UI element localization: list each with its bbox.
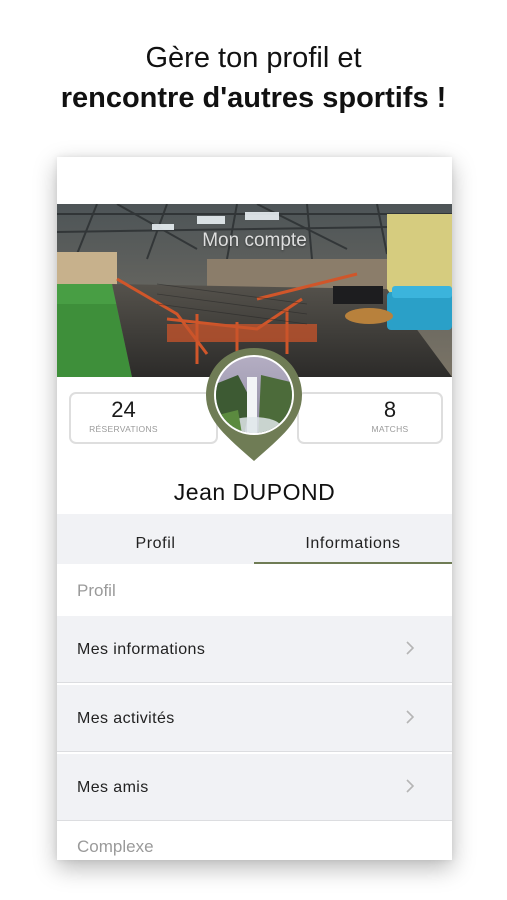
chevron-right-icon	[406, 641, 415, 655]
matchs-count: 8	[383, 397, 397, 422]
headline-line-2: rencontre d'autres sportifs !	[60, 82, 447, 114]
tab-informations[interactable]: Informations	[254, 514, 452, 564]
chevron-right-icon	[406, 710, 415, 724]
page-title: Mon compte	[202, 230, 307, 251]
list-item-mes-informations[interactable]: Mes informations	[57, 616, 452, 683]
list-item-label: Mes activités	[77, 710, 175, 727]
headline-line-1: Gère ton profil et	[145, 42, 362, 74]
reservations-label: RÉSERVATIONS	[89, 424, 158, 434]
matchs-label: MATCHS	[371, 424, 409, 434]
phone-screen: Mon compte 24 RÉSERVATIONS 8 MATCHS Jean…	[57, 157, 452, 860]
list-item-label: Mes amis	[77, 779, 149, 796]
avatar[interactable]	[203, 345, 305, 463]
matchs-stat[interactable]: 8 MATCHS	[297, 392, 443, 444]
list-item-mes-amis[interactable]: Mes amis	[57, 754, 452, 821]
section-header-profil: Profil	[57, 564, 452, 616]
reservations-stat[interactable]: 24 RÉSERVATIONS	[69, 392, 218, 444]
tab-profil[interactable]: Profil	[57, 514, 254, 564]
avatar-pin-icon	[206, 348, 302, 461]
headline: Gère ton profil et rencontre d'autres sp…	[0, 38, 507, 118]
tab-bar: Profil Informations	[57, 514, 452, 564]
list-item-mes-activites[interactable]: Mes activités	[57, 685, 452, 752]
section-header-complexe: Complexe	[57, 823, 452, 860]
list-item-label: Mes informations	[77, 641, 206, 658]
reservations-count: 24	[111, 397, 136, 422]
chevron-right-icon	[406, 779, 415, 793]
user-name: Jean DUPOND	[173, 479, 336, 505]
